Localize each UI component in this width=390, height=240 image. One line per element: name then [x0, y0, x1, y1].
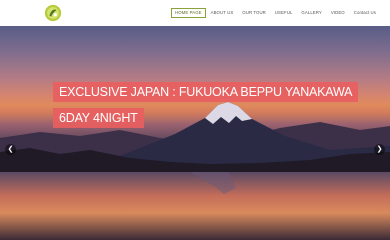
main-nav: HOME PAGE ABOUT US OUR TOUR USEFUL GALLE…: [171, 8, 376, 19]
slider-next-button[interactable]: ❯: [374, 144, 385, 155]
chevron-right-icon: ❯: [376, 146, 383, 153]
hero-background-image: [0, 102, 390, 240]
nav-video[interactable]: VIDEO: [331, 10, 345, 15]
nav-home[interactable]: HOME PAGE: [171, 8, 206, 19]
nav-our-tour[interactable]: OUR TOUR: [242, 10, 266, 15]
nav-contact-us[interactable]: Contact Us: [354, 10, 376, 15]
chevron-left-icon: ❮: [7, 146, 14, 153]
nav-gallery[interactable]: GALLERY: [301, 10, 321, 15]
hero-title-line1: EXCLUSIVE JAPAN : FUKUOKA BEPPU YANAKAWA: [53, 82, 359, 102]
slider-prev-button[interactable]: ❮: [5, 144, 16, 155]
site-header: HOME PAGE ABOUT US OUR TOUR USEFUL GALLE…: [0, 0, 390, 26]
hero-slider: EXCLUSIVE JAPAN : FUKUOKA BEPPU YANAKAWA…: [0, 26, 390, 240]
nav-useful[interactable]: USEFUL: [275, 10, 293, 15]
nav-about-us[interactable]: ABOUT US: [211, 10, 234, 15]
site-logo[interactable]: [44, 4, 62, 22]
hero-title-line2: 6DAY 4NIGHT: [53, 108, 144, 128]
